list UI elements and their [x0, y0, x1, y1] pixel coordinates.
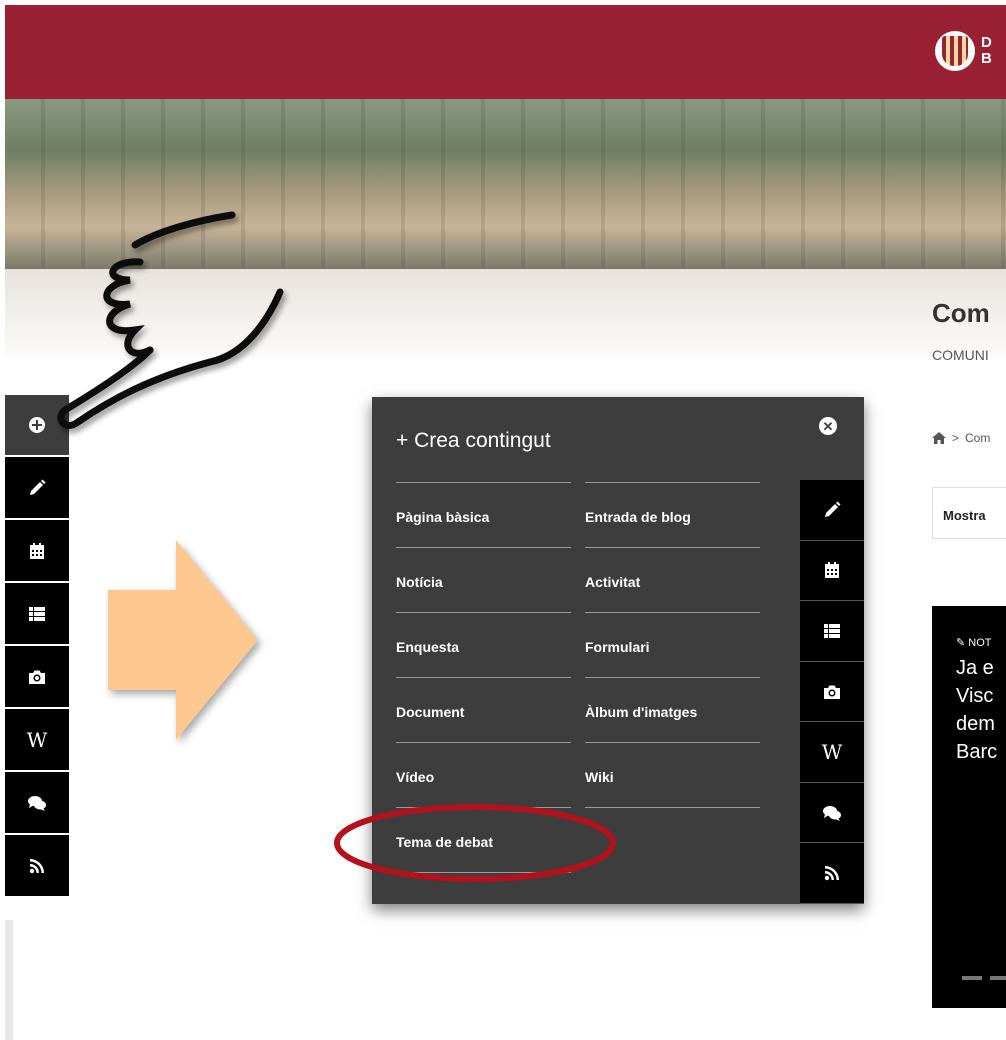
content-type-document[interactable]: Document [396, 677, 571, 742]
arrow-right-icon [108, 540, 258, 740]
news-card[interactable]: ✎ NOT Ja e Visc dem Barc [932, 606, 1006, 1008]
content-type-wiki[interactable]: Wiki [585, 742, 760, 807]
camera-icon [824, 685, 840, 699]
content-type-pagina-basica[interactable]: Pàgina bàsica [396, 482, 571, 547]
modal-calendar-button[interactable] [800, 540, 864, 602]
toolbar-list-button[interactable] [5, 583, 69, 646]
breadcrumb-item[interactable]: Com [965, 431, 990, 445]
news-tag-label: NOT [968, 637, 992, 649]
camera-icon [29, 670, 45, 684]
rss-icon [824, 866, 839, 881]
toolbar-camera-button[interactable] [5, 646, 69, 709]
content-type-activitat[interactable]: Activitat [585, 547, 760, 612]
page-title: Com [932, 298, 990, 328]
tab-mostra[interactable]: Mostra [932, 487, 1006, 539]
comments-icon [28, 795, 46, 811]
left-toolbar: W [5, 395, 69, 898]
carousel-indicators[interactable] [962, 976, 1006, 980]
wikipedia-icon: W [821, 740, 843, 765]
site-logo[interactable]: D B [935, 31, 992, 71]
breadcrumb: > Com [932, 431, 990, 445]
modal-wiki-button[interactable]: W [800, 722, 864, 783]
toolbar-rss-button[interactable] [5, 835, 69, 898]
content-type-formulari[interactable]: Formulari [585, 612, 760, 677]
toolbar-pencil-button[interactable] [5, 457, 69, 520]
content-type-entrada-de-blog[interactable]: Entrada de blog [585, 482, 760, 547]
toolbar-wiki-button[interactable]: W [5, 709, 69, 772]
content-type-video[interactable]: Vídeo [396, 742, 571, 807]
page-subtitle: COMUNI [932, 347, 989, 363]
home-icon[interactable] [932, 432, 946, 444]
pointing-hand-icon [57, 211, 284, 429]
logo-text: D B [981, 34, 992, 67]
content-type-noticia[interactable]: Notícia [396, 547, 571, 612]
pencil-icon [30, 479, 46, 495]
highlight-ellipse [334, 804, 616, 882]
pencil-icon [825, 501, 841, 517]
modal-list-button[interactable] [800, 601, 864, 662]
breadcrumb-separator: > [952, 431, 960, 445]
list-icon [29, 606, 45, 621]
news-text: Ja e Visc dem Barc [956, 657, 998, 763]
toolbar-calendar-button[interactable] [5, 520, 69, 583]
content-type-enquesta[interactable]: Enquesta [396, 612, 571, 677]
toolbar-comments-button[interactable] [5, 772, 69, 835]
modal-side-toolbar: W [800, 480, 864, 905]
list-icon [824, 623, 840, 638]
left-edge-panel [5, 920, 13, 1040]
modal-camera-button[interactable] [800, 661, 864, 723]
rss-icon [29, 858, 44, 873]
content-type-album-imatges[interactable]: Àlbum d'imatges [585, 677, 760, 742]
comments-icon [823, 805, 841, 821]
modal-comments-button[interactable] [800, 782, 864, 844]
close-icon[interactable]: ✕ [819, 417, 837, 435]
calendar-icon [30, 542, 44, 559]
modal-pencil-button[interactable] [800, 480, 864, 541]
wikipedia-icon: W [26, 727, 48, 752]
modal-rss-button[interactable] [800, 843, 864, 905]
coat-of-arms-icon [935, 31, 975, 71]
news-tag: ✎ NOT [956, 637, 992, 649]
calendar-icon [825, 562, 839, 579]
modal-title: + Crea contingut [396, 429, 551, 452]
top-bar: D B [5, 5, 1006, 99]
